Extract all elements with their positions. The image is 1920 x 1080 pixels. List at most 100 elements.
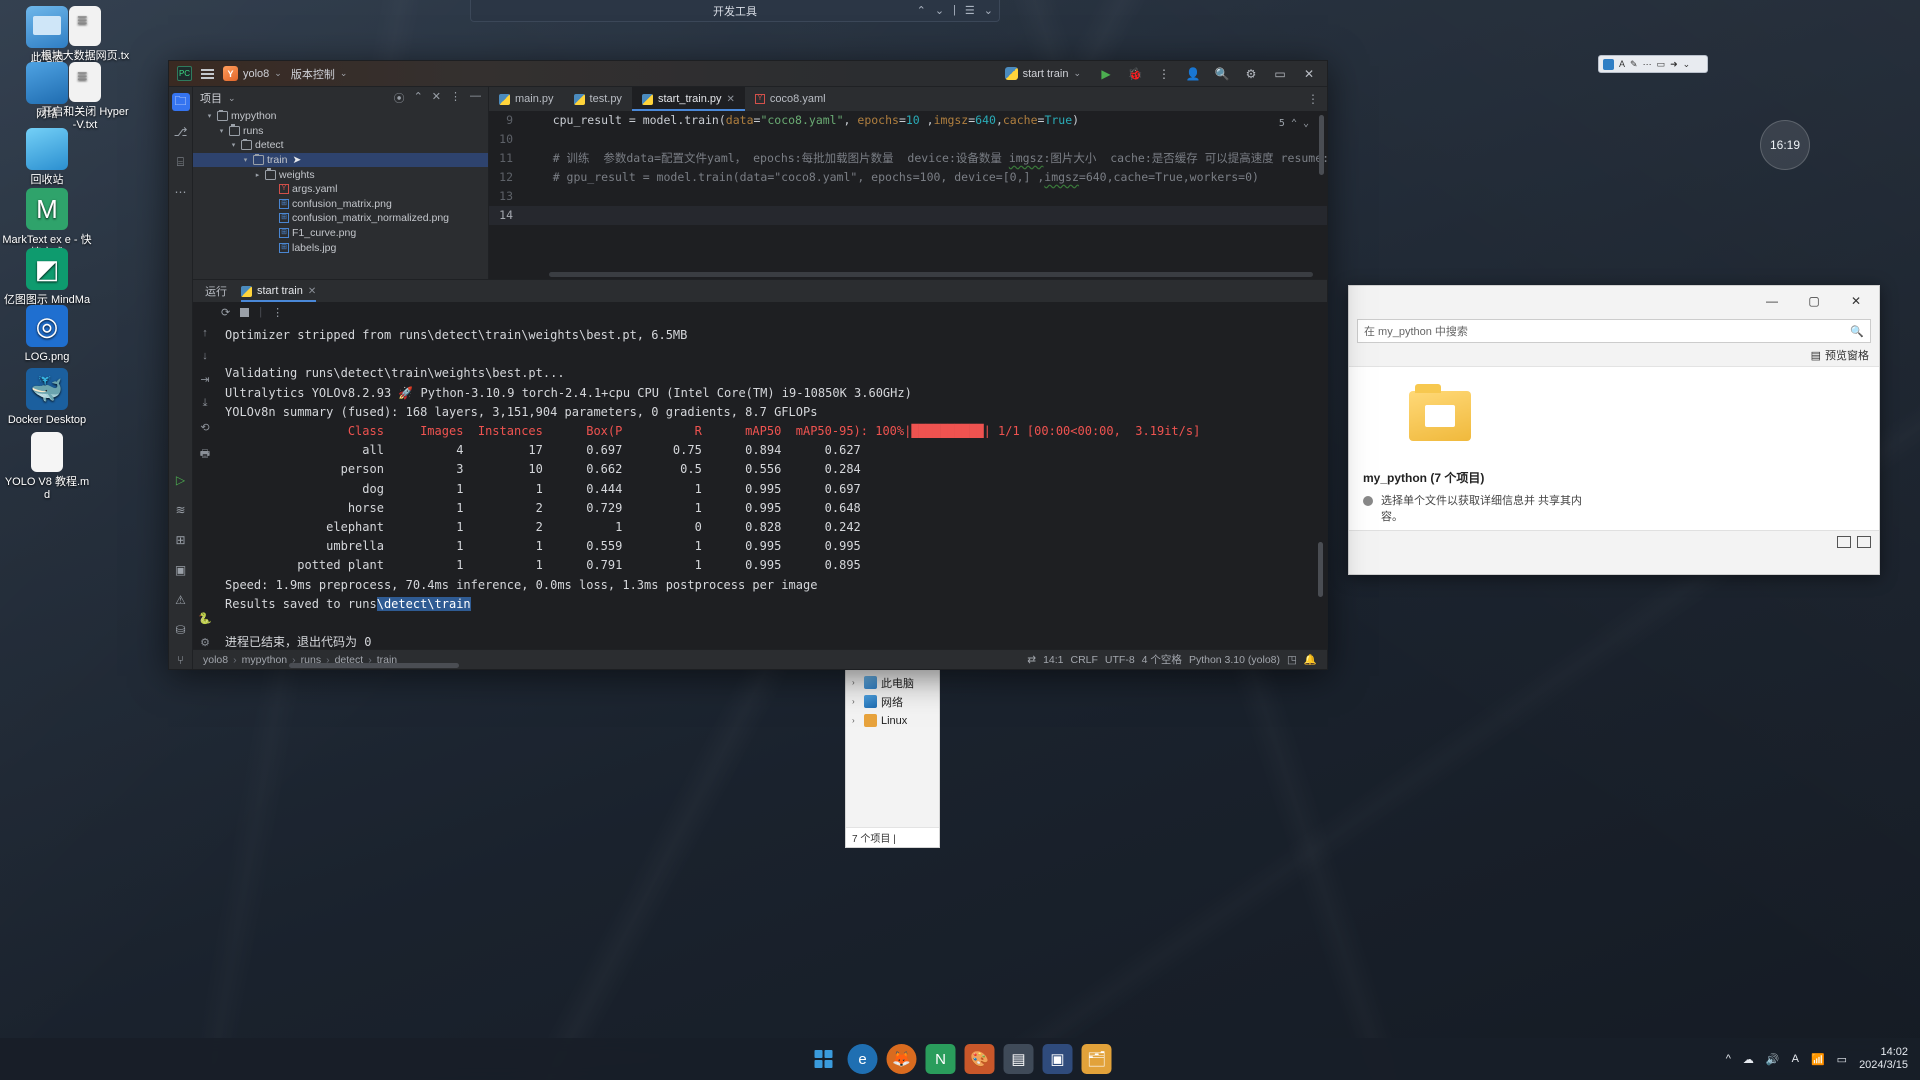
- tab-start-train-py[interactable]: start_train.py ✕: [631, 87, 745, 111]
- tray-keyboard-icon[interactable]: A: [1792, 1053, 1799, 1065]
- tree-node-confusion-matrix-normalized[interactable]: ⊞ confusion_matrix_normalized.png: [193, 211, 488, 226]
- desktop-icon-recycle-bin[interactable]: 回收站: [2, 128, 92, 187]
- close-tab-icon[interactable]: ✕: [727, 94, 735, 105]
- run-tab-bar[interactable]: 运行 start train ✕: [193, 280, 1327, 302]
- tree-node-args-yaml[interactable]: Y args.yaml: [193, 182, 488, 197]
- tree-node-runs[interactable]: ▾ runs: [193, 124, 488, 139]
- soft-wrap-icon[interactable]: ⇥: [200, 373, 209, 386]
- account-button[interactable]: 👤: [1183, 64, 1203, 84]
- tree-node-f1-curve[interactable]: ⊞ F1_curve.png: [193, 226, 488, 241]
- line-separator[interactable]: CRLF: [1071, 654, 1098, 666]
- python-console-icon[interactable]: ≋: [172, 501, 190, 519]
- desktop-icon-log-png[interactable]: ◎ LOG.png: [2, 305, 92, 364]
- taskbar-clock[interactable]: 14:02 2024/3/15: [1859, 1046, 1908, 1072]
- taskbar-edge-icon[interactable]: e: [847, 1044, 878, 1074]
- taskbar-items[interactable]: e 🦊 N 🎨 ▤ ▣ 🗂: [809, 1044, 1112, 1074]
- run-tool-icon[interactable]: ▷: [172, 471, 190, 489]
- chevron-down-icon[interactable]: ⌄: [1303, 114, 1309, 133]
- capture-icon[interactable]: [1603, 58, 1614, 70]
- notifications-icon[interactable]: 🔔: [1304, 653, 1317, 666]
- chevron-down-icon[interactable]: ▾: [229, 141, 238, 149]
- project-tool-window[interactable]: 项目 ⌄ ⦿ ⌃ ✕ ⋮ — ▾ mypython ▾ runs ▾ detec…: [193, 87, 489, 279]
- explorer-status-bar[interactable]: [1349, 530, 1879, 552]
- console-output[interactable]: Optimizer stripped from runs\detect\trai…: [217, 322, 1327, 649]
- tray-cloud-icon[interactable]: ☁: [1743, 1053, 1754, 1066]
- project-tree[interactable]: ▾ mypython ▾ runs ▾ detect ▾ train ➤ ▸ w…: [193, 109, 488, 279]
- ide-titlebar[interactable]: PC Y yolo8 ⌄ 版本控制 ⌄ start train ⌄ ▶ 🐞 ⋮ …: [169, 61, 1327, 87]
- explorer-search-row[interactable]: 在 my_python 中搜索 🔍: [1357, 318, 1871, 344]
- select-opened-file-icon[interactable]: ⦿: [394, 90, 405, 106]
- taskbar-terminal-icon[interactable]: ▣: [1042, 1044, 1073, 1074]
- taskbar-paint-icon[interactable]: 🎨: [964, 1044, 995, 1074]
- run-settings-icon[interactable]: ⚙: [200, 636, 210, 649]
- windows-taskbar[interactable]: e 🦊 N 🎨 ▤ ▣ 🗂 ^ ☁ 🔊 A 📶 ▭ 14:02 2024/3/1…: [0, 1038, 1920, 1080]
- chevron-right-icon[interactable]: ›: [852, 716, 860, 725]
- caret-position[interactable]: 14:1: [1043, 654, 1063, 666]
- minimize-button[interactable]: ▭: [1270, 64, 1290, 84]
- code-line-10[interactable]: 10: [489, 130, 1327, 149]
- dev-tools-toolbar[interactable]: 开发工具 ⌃ ⌄ | ☰ ⌄: [470, 0, 1000, 22]
- tab-coco8-yaml[interactable]: Y coco8.yaml: [745, 87, 836, 111]
- tree-node-train[interactable]: ▾ train ➤: [193, 152, 488, 168]
- tray-battery-icon[interactable]: ▭: [1837, 1053, 1847, 1066]
- folder-thumbnail-icon[interactable]: [1409, 384, 1471, 441]
- file-explorer-window[interactable]: — ▢ ✕ 在 my_python 中搜索 🔍 ▤ 预览窗格 my_python…: [1348, 285, 1880, 575]
- code-line-12[interactable]: 12 # gpu_result = model.train(data="coco…: [489, 168, 1327, 187]
- code-line-13[interactable]: 13: [489, 187, 1327, 206]
- project-selector[interactable]: Y yolo8 ⌄: [223, 66, 282, 81]
- ide-left-rail[interactable]: 🗀 ⎇ ⌸ ⋯ ▷ ≋ ⊞ ▣ ⚠ ⛁ ⑂: [169, 87, 193, 669]
- vcs-widget[interactable]: 版本控制 ⌄: [291, 66, 348, 82]
- debug-button[interactable]: 🐞: [1125, 64, 1145, 84]
- project-panel-header[interactable]: 项目 ⌄ ⦿ ⌃ ✕ ⋮ —: [193, 87, 488, 109]
- nav-item-network[interactable]: › 网络: [846, 692, 939, 711]
- python-interpreter[interactable]: Python 3.10 (yolo8): [1189, 654, 1280, 666]
- expand-collapse-icon[interactable]: ⌃: [414, 90, 423, 106]
- chevron-right-icon[interactable]: ›: [852, 678, 860, 687]
- python-packages-icon[interactable]: ⊞: [172, 531, 190, 549]
- search-everywhere-button[interactable]: 🔍: [1212, 64, 1232, 84]
- run-side-toolbar[interactable]: ↑ ↓ ⇥ ⤓ ⟲ 🖶 🐍 ⚙: [193, 322, 217, 649]
- rerun-icon[interactable]: ⟳: [221, 306, 230, 319]
- run-tab-start-train[interactable]: start train ✕: [241, 280, 317, 302]
- chevron-up-icon[interactable]: ⌃: [1291, 114, 1297, 133]
- desktop-icon-yolo-md[interactable]: YOLO V8 教程.md: [2, 432, 92, 502]
- editor-inspection-widget[interactable]: 5 ⌃ ⌄: [1279, 114, 1309, 133]
- project-panel-actions[interactable]: ⦿ ⌃ ✕ ⋮ —: [394, 90, 481, 106]
- code-line-11[interactable]: 11 # 训练 参数data=配置文件yaml， epochs:每批加载图片数量…: [489, 149, 1327, 168]
- desktop-icon-docker[interactable]: 🐳 Docker Desktop: [2, 368, 92, 427]
- editor-horizontal-scrollbar[interactable]: [549, 272, 1313, 277]
- editor-tab-bar[interactable]: main.py test.py start_train.py ✕ Y coco8…: [489, 87, 1327, 111]
- tree-node-confusion-matrix[interactable]: ⊞ confusion_matrix.png: [193, 197, 488, 212]
- ctrl-3[interactable]: ☰: [965, 4, 975, 17]
- ctrl-4[interactable]: ⌄: [984, 4, 993, 17]
- tree-node-weights[interactable]: ▸ weights: [193, 167, 488, 182]
- pen-icon[interactable]: ✎: [1630, 59, 1638, 70]
- terminal-tool-icon[interactable]: ▣: [172, 561, 190, 579]
- taskbar-firefox-icon[interactable]: 🦊: [886, 1044, 917, 1074]
- code-line-9[interactable]: 9 cpu_result = model.train(data="coco8.y…: [489, 111, 1327, 130]
- event-log-icon[interactable]: ⇄: [1027, 654, 1036, 666]
- chevron-down-icon[interactable]: ⌄: [274, 68, 282, 79]
- rect-icon[interactable]: ▭: [1657, 59, 1666, 70]
- code-editor[interactable]: 5 ⌃ ⌄ 9 cpu_result = model.train(data="c…: [489, 111, 1327, 279]
- stop-icon[interactable]: [240, 307, 250, 317]
- tray-network-icon[interactable]: 📶: [1811, 1053, 1825, 1066]
- editor-vertical-scrollbar[interactable]: [1319, 115, 1324, 175]
- chevron-down-icon[interactable]: ▾: [205, 112, 214, 120]
- tab-test-py[interactable]: test.py: [564, 87, 632, 111]
- run-configuration-selector[interactable]: start train ⌄: [1004, 67, 1081, 80]
- vcs-tool-icon[interactable]: ⑂: [172, 651, 190, 669]
- dots-icon[interactable]: ⋯: [1643, 59, 1652, 70]
- run-toolbar[interactable]: ⟳ | ⋮: [193, 302, 1327, 322]
- preview-pane-label[interactable]: 预览窗格: [1825, 347, 1869, 363]
- font-icon[interactable]: A: [1619, 59, 1625, 69]
- breadcrumb-mypython[interactable]: mypython: [242, 654, 288, 666]
- nav-item-linux[interactable]: › Linux: [846, 711, 939, 730]
- tab-main-py[interactable]: main.py: [489, 87, 564, 111]
- more-actions-button[interactable]: ⋮: [1154, 64, 1174, 84]
- pycharm-window[interactable]: PC Y yolo8 ⌄ 版本控制 ⌄ start train ⌄ ▶ 🐞 ⋮ …: [168, 60, 1328, 670]
- main-menu-button[interactable]: [201, 68, 214, 79]
- close-button[interactable]: ✕: [1299, 64, 1319, 84]
- console-vertical-scrollbar[interactable]: [1318, 542, 1323, 597]
- explorer-content[interactable]: my_python (7 个项目) 选择单个文件以获取详细信息并 共享其内容。: [1349, 366, 1879, 552]
